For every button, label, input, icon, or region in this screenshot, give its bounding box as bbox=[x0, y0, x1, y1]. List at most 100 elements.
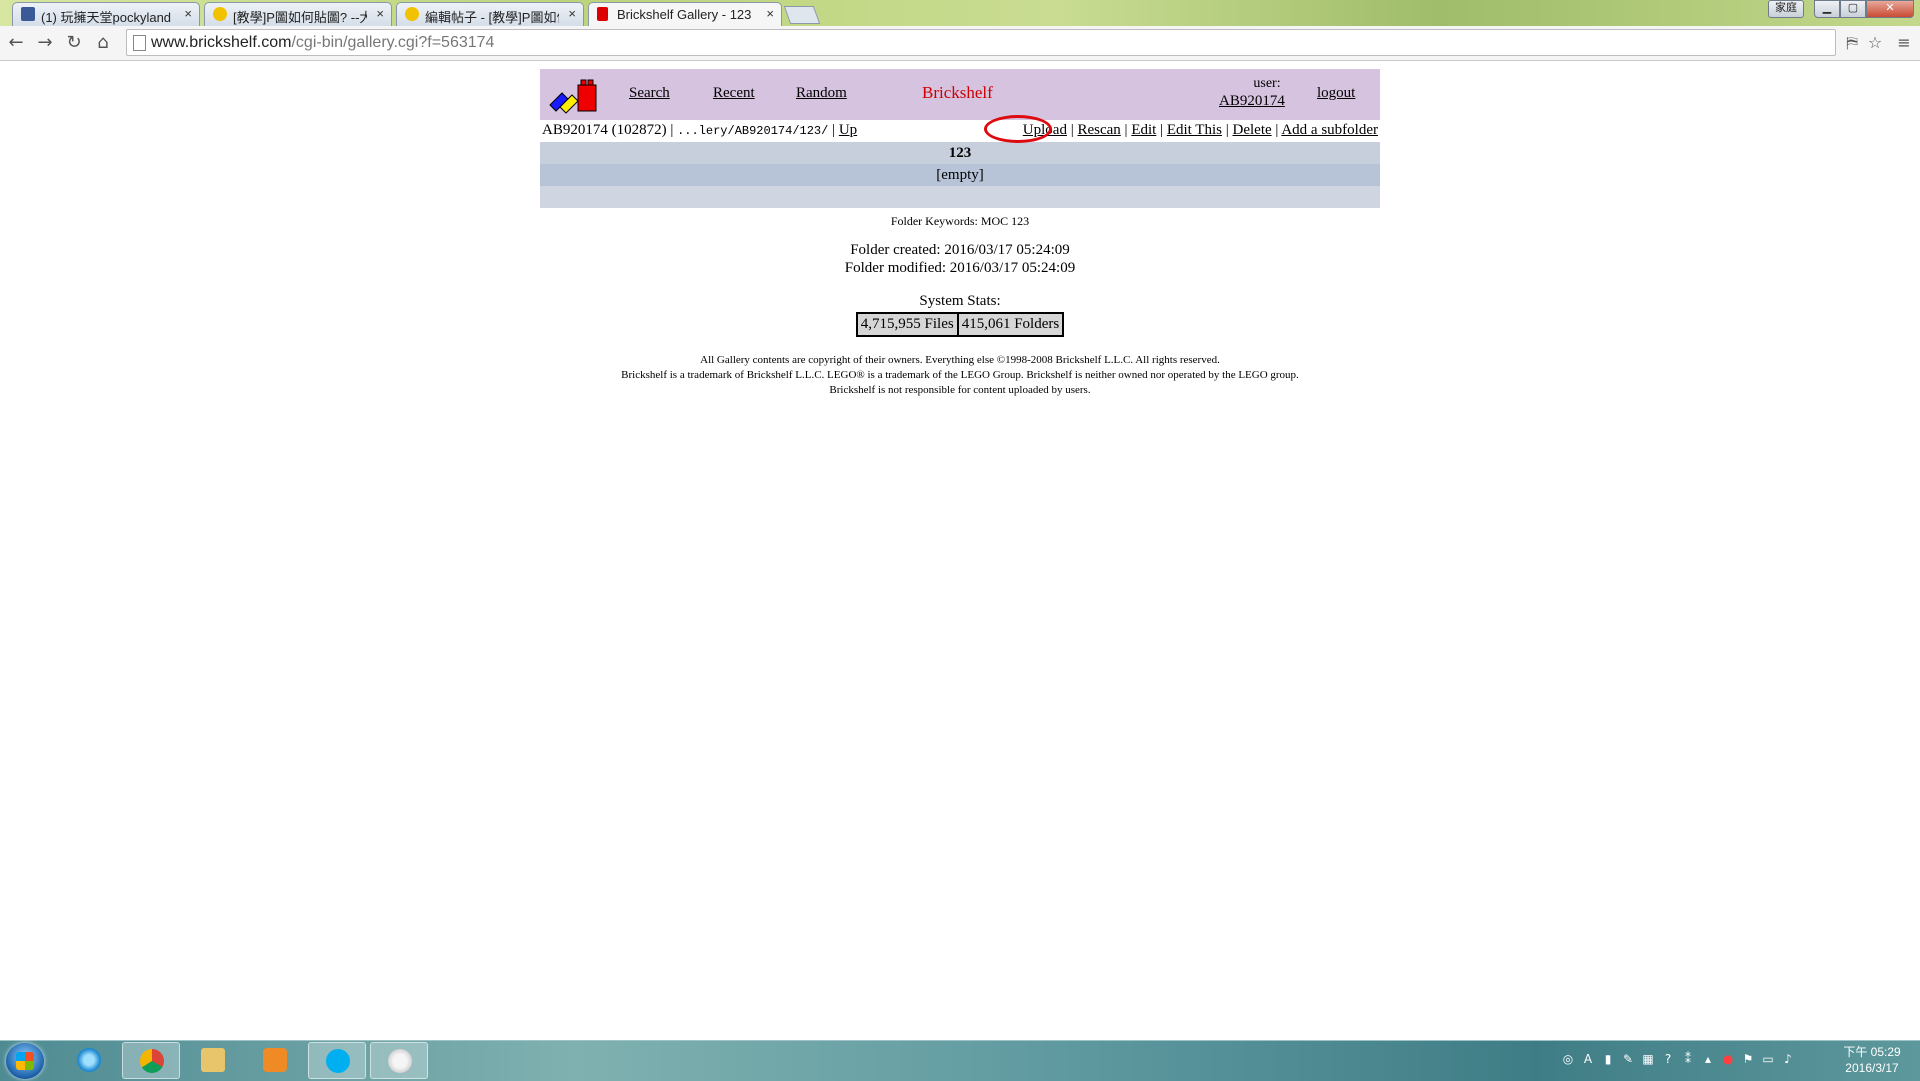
folder-created: Folder created: 2016/03/17 05:24:09 bbox=[850, 242, 1070, 258]
copyright-footer: All Gallery contents are copyright of th… bbox=[540, 353, 1380, 398]
taskbar-clock[interactable]: 下午 05:29 2016/3/17 bbox=[1830, 1044, 1914, 1076]
ime-mode-icon[interactable]: ▮ bbox=[1600, 1051, 1616, 1067]
media-player-icon bbox=[263, 1048, 287, 1072]
folder-icon bbox=[201, 1048, 225, 1072]
up-link[interactable]: Up bbox=[839, 122, 857, 138]
help-icon[interactable]: ? bbox=[1660, 1051, 1676, 1067]
footer-line: Brickshelf is not responsible for conten… bbox=[829, 384, 1091, 396]
close-tab-icon[interactable]: × bbox=[184, 6, 192, 21]
close-tab-icon[interactable]: × bbox=[376, 6, 384, 21]
site-header: Search Recent Random Brickshelf user: AB… bbox=[540, 69, 1380, 120]
brickshelf-page: Search Recent Random Brickshelf user: AB… bbox=[540, 69, 1380, 398]
separator: | bbox=[1275, 122, 1279, 138]
input-method-icon[interactable]: A bbox=[1580, 1051, 1596, 1067]
tab-label: (1) 玩擁天堂pockyland 開 bbox=[41, 10, 175, 25]
forum-favicon-icon bbox=[213, 7, 227, 21]
stats-files: 4,715,955 Files bbox=[856, 313, 958, 336]
ime-keyboard-icon[interactable]: ▦ bbox=[1640, 1051, 1656, 1067]
url-host: www.brickshelf.com bbox=[151, 34, 292, 51]
folder-owner: AB920174 (102872) bbox=[542, 122, 667, 138]
folder-info: Folder Keywords: MOC 123 Folder created:… bbox=[540, 214, 1380, 398]
show-hidden-icons-icon[interactable]: ▴ bbox=[1700, 1051, 1716, 1067]
maximize-button[interactable]: ▢ bbox=[1840, 0, 1866, 18]
tab-label: Brickshelf Gallery - 123 bbox=[617, 7, 752, 22]
folder-keywords: Folder Keywords: MOC 123 bbox=[890, 214, 1030, 228]
facebook-favicon-icon bbox=[21, 7, 35, 21]
ime-options-icon[interactable]: ⁑ bbox=[1680, 1051, 1696, 1067]
home-icon[interactable]: ⌂ bbox=[91, 31, 115, 55]
internet-explorer-taskbar-button[interactable] bbox=[60, 1042, 118, 1079]
tab-facebook[interactable]: (1) 玩擁天堂pockyland 開 × bbox=[12, 2, 200, 26]
separator: | bbox=[670, 122, 674, 138]
action-center-flag-icon[interactable]: ⚑ bbox=[1740, 1051, 1756, 1067]
tab-brickshelf[interactable]: Brickshelf Gallery - 123 × bbox=[588, 2, 782, 27]
network-icon[interactable]: ▭ bbox=[1760, 1051, 1776, 1067]
skype-taskbar-button[interactable] bbox=[308, 1042, 366, 1079]
translate-icon[interactable]: ⛿ bbox=[1841, 31, 1863, 55]
chrome-icon bbox=[140, 1049, 164, 1073]
media-player-taskbar-button[interactable] bbox=[246, 1042, 304, 1079]
url-text[interactable]: www.brickshelf.com/cgi-bin/gallery.cgi?f… bbox=[151, 34, 494, 52]
close-tab-icon[interactable]: × bbox=[766, 6, 774, 21]
nav-search-link[interactable]: Search bbox=[629, 85, 670, 102]
folder-title: 123 bbox=[540, 142, 1380, 164]
edit-this-link[interactable]: Edit This bbox=[1167, 122, 1222, 138]
paint-taskbar-button[interactable] bbox=[370, 1042, 428, 1079]
page-icon bbox=[133, 35, 146, 51]
bookmark-star-icon[interactable]: ☆ bbox=[1864, 31, 1886, 55]
add-subfolder-link[interactable]: Add a subfolder bbox=[1281, 122, 1378, 138]
start-button[interactable] bbox=[6, 1043, 44, 1079]
tab-strip: (1) 玩擁天堂pockyland 開 × [教學]P圖如何貼圖? --大澤 ×… bbox=[0, 0, 1920, 27]
separator: | bbox=[1070, 122, 1074, 138]
tab-edit-post[interactable]: 編輯帖子 - [教學]P圖如何 × bbox=[396, 2, 584, 26]
ime-pen-icon[interactable]: ✎ bbox=[1620, 1051, 1636, 1067]
menu-icon[interactable]: ≡ bbox=[1893, 31, 1915, 55]
brickshelf-logo-icon[interactable] bbox=[548, 75, 600, 115]
delete-link[interactable]: Delete bbox=[1233, 122, 1272, 138]
empty-folder-notice: [empty] bbox=[540, 164, 1380, 186]
nav-random-link[interactable]: Random bbox=[796, 85, 847, 102]
url-path: /cgi-bin/gallery.cgi?f=563174 bbox=[291, 34, 495, 51]
clock-date: 2016/3/17 bbox=[1845, 1061, 1899, 1075]
back-arrow-icon[interactable]: ← bbox=[4, 31, 28, 55]
windows-taskbar: ◎ A ▮ ✎ ▦ ? ⁑ ▴ ● ⚑ ▭ ♪ 下午 05:29 2016/3/… bbox=[0, 1040, 1920, 1081]
separator: | bbox=[1124, 122, 1128, 138]
footer-line: Brickshelf is a trademark of Brickshelf … bbox=[621, 369, 1299, 381]
chrome-taskbar-button[interactable] bbox=[122, 1042, 180, 1079]
tab-forum-post[interactable]: [教學]P圖如何貼圖? --大澤 × bbox=[204, 2, 392, 26]
reload-icon[interactable]: ↻ bbox=[62, 31, 86, 55]
tab-label: 編輯帖子 - [教學]P圖如何 bbox=[425, 10, 559, 25]
folder-content-area bbox=[540, 186, 1380, 208]
stats-folders: 415,061 Folders bbox=[957, 313, 1064, 336]
volume-icon[interactable]: ♪ bbox=[1780, 1051, 1796, 1067]
windows-logo-icon bbox=[16, 1052, 34, 1070]
footer-line: All Gallery contents are copyright of th… bbox=[700, 354, 1220, 366]
profile-badge[interactable]: 家庭 bbox=[1768, 0, 1804, 18]
upload-link[interactable]: Upload bbox=[1023, 122, 1067, 138]
edit-link[interactable]: Edit bbox=[1131, 122, 1156, 138]
language-icon[interactable]: ◎ bbox=[1560, 1051, 1576, 1067]
minimize-button[interactable]: ▁ bbox=[1814, 0, 1840, 18]
user-profile-link[interactable]: AB920174 bbox=[1219, 93, 1285, 110]
rescan-link[interactable]: Rescan bbox=[1077, 122, 1120, 138]
close-window-button[interactable]: ✕ bbox=[1866, 0, 1914, 18]
file-explorer-taskbar-button[interactable] bbox=[184, 1042, 242, 1079]
forward-arrow-icon[interactable]: → bbox=[33, 31, 57, 55]
folder-actions: Upload | Rescan | Edit | Edit This | Del… bbox=[1023, 122, 1378, 139]
system-stats-table: 4,715,955 Files 415,061 Folders bbox=[855, 312, 1065, 337]
address-bar[interactable]: www.brickshelf.com/cgi-bin/gallery.cgi?f… bbox=[126, 29, 1836, 56]
skype-icon bbox=[326, 1049, 350, 1073]
close-tab-icon[interactable]: × bbox=[568, 6, 576, 21]
tab-label: [教學]P圖如何貼圖? --大澤 bbox=[233, 10, 367, 25]
new-tab-button[interactable] bbox=[783, 6, 821, 24]
separator: | bbox=[1160, 122, 1164, 138]
nav-recent-link[interactable]: Recent bbox=[713, 85, 755, 102]
paint-icon bbox=[388, 1049, 412, 1073]
logout-link[interactable]: logout bbox=[1317, 85, 1355, 102]
user-label: user: bbox=[1253, 76, 1281, 91]
system-stats-label: System Stats: bbox=[919, 293, 1001, 309]
breadcrumb: AB920174 (102872) | ...lery/AB920174/123… bbox=[542, 122, 857, 139]
antivirus-icon[interactable]: ● bbox=[1720, 1051, 1736, 1067]
forum-favicon-icon bbox=[405, 7, 419, 21]
browser-toolbar: ← → ↻ ⌂ www.brickshelf.com/cgi-bin/galle… bbox=[0, 26, 1920, 61]
